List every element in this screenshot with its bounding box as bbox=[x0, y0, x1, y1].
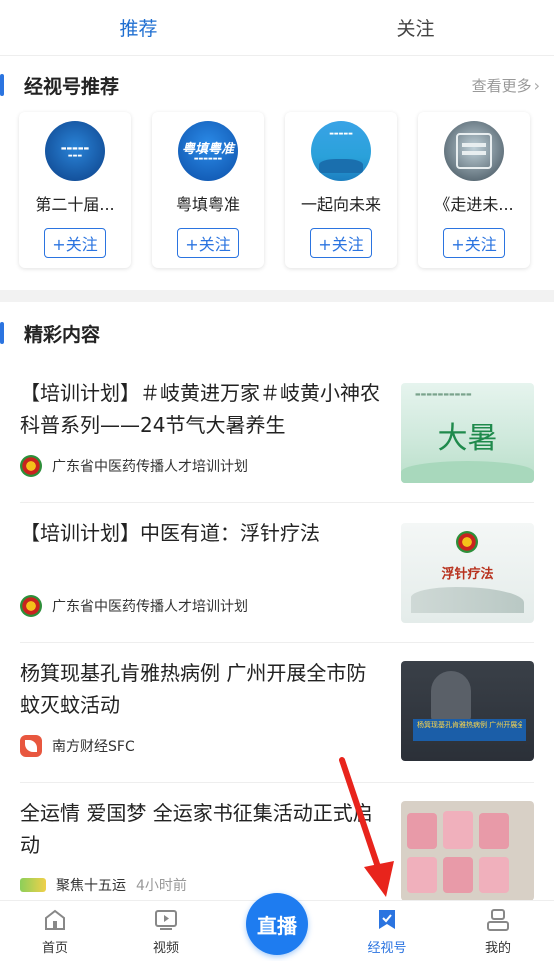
feed-title: 【培训计划】＃岐黄进万家＃岐黄小神农科普系列——24节气大暑养生 bbox=[20, 381, 380, 437]
live-button[interactable]: 直播 bbox=[246, 893, 308, 955]
feed-source: 南方财经SFC bbox=[20, 735, 135, 757]
tab-recommend[interactable]: 推荐 bbox=[0, 0, 277, 55]
section-accent-bar bbox=[0, 322, 4, 344]
feed-source-name: 广东省中医药传播人才培训计划 bbox=[52, 599, 248, 615]
feed-title: 杨箕现基孔肯雅热病例 广州开展全市防蚊灭蚊活动 bbox=[20, 661, 367, 717]
source-logo-icon bbox=[20, 878, 46, 892]
nav-mine-label: 我的 bbox=[484, 941, 511, 956]
channel-avatar: ▬▬▬▬▬ bbox=[311, 121, 371, 181]
see-more-link[interactable]: 查看更多 › bbox=[472, 75, 540, 96]
channel-card[interactable]: ▬▬▬▬▬ 一起向未来 +关注 bbox=[285, 112, 397, 268]
feed-source: 广东省中医药传播人才培训计划 bbox=[20, 455, 248, 477]
follow-button[interactable]: +关注 bbox=[443, 228, 505, 258]
channel-card[interactable]: 《走进未... +关注 bbox=[418, 112, 530, 268]
feed-title: 【培训计划】中医有道：浮针疗法 bbox=[20, 521, 320, 545]
follow-button[interactable]: +关注 bbox=[310, 228, 372, 258]
section-accent-bar bbox=[0, 74, 4, 96]
source-logo-icon bbox=[20, 595, 42, 617]
feed-item[interactable]: 杨箕现基孔肯雅热病例 广州开展全市防蚊灭蚊活动 南方财经SFC 杨箕现基孔肯雅热… bbox=[0, 643, 554, 783]
channel-avatar bbox=[444, 121, 504, 181]
feed-thumbnail: 浮针疗法 bbox=[401, 523, 534, 623]
feed-item[interactable]: 【培训计划】中医有道：浮针疗法 广东省中医药传播人才培训计划 浮针疗法 bbox=[0, 503, 554, 643]
channel-card-list: ▬▬▬▬▬ ▬▬▬ 第二十届... +关注 粤填粤准 ▬▬▬▬▬▬ 粤填粤准 +… bbox=[0, 112, 554, 272]
channel-name: 第二十届... bbox=[35, 195, 115, 214]
bookmark-icon bbox=[379, 910, 395, 929]
tab-following[interactable]: 关注 bbox=[277, 0, 554, 55]
see-more-label: 查看更多 bbox=[471, 76, 532, 95]
channel-avatar: 粤填粤准 ▬▬▬▬▬▬ bbox=[178, 121, 238, 181]
feed-source-name: 聚焦十五运 bbox=[56, 878, 126, 894]
section-separator bbox=[0, 290, 554, 302]
top-tab-bar: 推荐 关注 bbox=[0, 0, 554, 56]
nav-video[interactable]: 视频 bbox=[126, 907, 206, 956]
content-section-header: 精彩内容 bbox=[0, 318, 554, 348]
channels-section-header: 经视号推荐 查看更多 › bbox=[0, 70, 554, 100]
feed-thumbnail: ▬▬▬▬▬▬▬▬▬▬ 大暑 bbox=[401, 383, 534, 483]
nav-mine[interactable]: 我的 bbox=[458, 907, 538, 956]
feed-source-name: 广东省中医药传播人才培训计划 bbox=[52, 459, 248, 475]
user-icon bbox=[487, 909, 509, 931]
channel-name: 一起向未来 bbox=[300, 195, 381, 214]
channel-avatar: ▬▬▬▬▬ ▬▬▬ bbox=[45, 121, 105, 181]
channel-card[interactable]: ▬▬▬▬▬ ▬▬▬ 第二十届... +关注 bbox=[19, 112, 131, 268]
nav-video-label: 视频 bbox=[152, 941, 179, 956]
feed-thumbnail: 杨箕现基孔肯雅热病例 广州开展全市防蚊灭蚊活动 bbox=[401, 661, 534, 761]
source-logo-icon bbox=[20, 735, 42, 757]
feed-source: 聚焦十五运 4小时前 bbox=[20, 875, 187, 895]
content-section-title: 精彩内容 bbox=[24, 323, 101, 346]
channel-card[interactable]: 粤填粤准 ▬▬▬▬▬▬ 粤填粤准 +关注 bbox=[152, 112, 264, 268]
channel-name: 《走进未... bbox=[434, 195, 514, 214]
feed-source: 广东省中医药传播人才培训计划 bbox=[20, 595, 248, 617]
channels-section-title: 经视号推荐 bbox=[24, 75, 120, 98]
feed-source-name: 南方财经SFC bbox=[52, 739, 135, 755]
source-logo-icon bbox=[20, 455, 42, 477]
video-icon bbox=[155, 910, 177, 930]
home-icon bbox=[45, 909, 65, 930]
nav-home[interactable]: 首页 bbox=[15, 907, 95, 956]
nav-home-label: 首页 bbox=[41, 941, 68, 956]
follow-button[interactable]: +关注 bbox=[177, 228, 239, 258]
feed-time: 4小时前 bbox=[136, 878, 187, 894]
chevron-right-icon: › bbox=[533, 75, 540, 95]
feed-title: 全运情 爱国梦 全运家书征集活动正式启动 bbox=[20, 801, 373, 857]
follow-button[interactable]: +关注 bbox=[44, 228, 106, 258]
feed-item[interactable]: 【培训计划】＃岐黄进万家＃岐黄小神农科普系列——24节气大暑养生 广东省中医药传… bbox=[0, 363, 554, 503]
nav-jingshihao-label: 经视号 bbox=[367, 941, 407, 956]
feed-thumbnail bbox=[401, 801, 534, 901]
nav-jingshihao[interactable]: 经视号 bbox=[347, 907, 427, 956]
channel-name: 粤填粤准 bbox=[175, 195, 240, 214]
